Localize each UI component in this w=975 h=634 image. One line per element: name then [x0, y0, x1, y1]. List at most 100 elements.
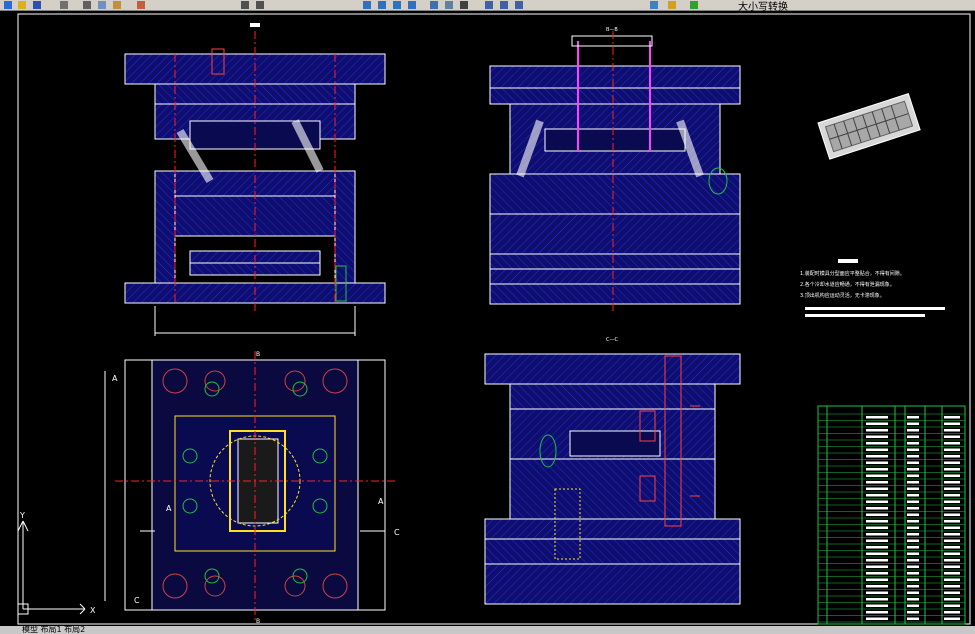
bom-cell [944, 435, 960, 438]
bom-cell [866, 422, 888, 425]
open-icon[interactable] [18, 1, 26, 9]
bom-cell [944, 539, 960, 542]
section-label-cc: C—C [606, 337, 618, 343]
bom-cell [866, 546, 888, 549]
bom-cell [944, 455, 960, 458]
bom-cell [866, 481, 888, 484]
bom-cell [866, 513, 888, 516]
toolbar-icons[interactable] [4, 1, 698, 9]
paste-icon[interactable] [113, 1, 121, 9]
cc-section-view: C—C [484, 337, 741, 605]
bom-cell [866, 487, 888, 490]
drawing-canvas[interactable]: B—B A A A C C B B C—C 1.装配时模具分型面应平整贴合，不得… [0, 11, 975, 626]
ucs-icon: Y X [17, 511, 96, 615]
label-a-left: A [166, 504, 172, 513]
bom-cell [866, 429, 888, 432]
bom-cell [866, 559, 888, 562]
bom-cell [907, 507, 919, 510]
undo-icon[interactable] [241, 1, 249, 9]
pan-icon[interactable] [363, 1, 371, 9]
bom-cell [907, 442, 919, 445]
bom-cell [866, 500, 888, 503]
bom-cell [944, 572, 960, 575]
bom-cell [907, 539, 919, 542]
label-a-right: A [378, 497, 384, 506]
bom-cell [907, 617, 919, 620]
print-icon[interactable] [60, 1, 68, 9]
bom-cell [907, 455, 919, 458]
bom-cell [944, 617, 960, 620]
bom-cell [944, 526, 960, 529]
bom-cell [907, 572, 919, 575]
properties-icon[interactable] [430, 1, 438, 9]
label-b-top: B [256, 351, 260, 358]
bom-cell [866, 455, 888, 458]
bom-cell [944, 559, 960, 562]
bom-cell [944, 461, 960, 464]
bom-cell [907, 611, 919, 614]
bom-cell [944, 611, 960, 614]
redo-icon[interactable] [256, 1, 264, 9]
copy-icon[interactable] [98, 1, 106, 9]
match-icon[interactable] [137, 1, 145, 9]
layer-icon[interactable] [650, 1, 658, 9]
bom-cell [907, 468, 919, 471]
bom-cell [907, 429, 919, 432]
dimension-style-icon[interactable] [485, 1, 493, 9]
bom-cell [944, 442, 960, 445]
bom-cell [907, 422, 919, 425]
arrow-icon[interactable] [4, 1, 12, 9]
bom-cell [944, 513, 960, 516]
bom-cell [944, 552, 960, 555]
note-3: 3.顶出机构应运动灵活，无卡滞现象。 [800, 292, 885, 299]
bom-cell [907, 585, 919, 588]
text-style-icon[interactable] [460, 1, 468, 9]
bom-cell [866, 598, 888, 601]
cut-icon[interactable] [83, 1, 91, 9]
bom-cell [866, 604, 888, 607]
bom-cell [866, 611, 888, 614]
bom-cell [866, 474, 888, 477]
bom-cell [866, 494, 888, 497]
bom-cell [866, 591, 888, 594]
note-2: 2.各个冷却水道应畅通，不得有泄漏现象。 [800, 281, 895, 288]
bom-cell [907, 578, 919, 581]
bom-cell [907, 526, 919, 529]
bom-cell [944, 481, 960, 484]
bom-cell [944, 448, 960, 451]
layout-tabs[interactable]: 模型 布局1 布局2 [0, 626, 975, 634]
color-icon[interactable] [690, 1, 698, 9]
bom-cell [944, 474, 960, 477]
zoom-previous-icon[interactable] [408, 1, 416, 9]
bom-cell [866, 468, 888, 471]
bom-cell [907, 604, 919, 607]
bom-cell [866, 565, 888, 568]
zoom-window-icon[interactable] [393, 1, 401, 9]
ucs-y-label: Y [19, 511, 25, 520]
design-center-icon[interactable] [445, 1, 453, 9]
bom-cell [907, 552, 919, 555]
bom-cell [907, 520, 919, 523]
bom-cell [907, 598, 919, 601]
bom-cell [907, 481, 919, 484]
bom-cell [866, 448, 888, 451]
bom-cell [944, 507, 960, 510]
bom-cell [907, 565, 919, 568]
layer-state-icon[interactable] [668, 1, 676, 9]
zoom-icon[interactable] [378, 1, 386, 9]
bom-cell [866, 435, 888, 438]
top-plan-view: A A A C C B B [104, 351, 400, 625]
bom-title-block [817, 405, 966, 625]
bom-cell [944, 416, 960, 419]
bom-cell [944, 585, 960, 588]
bom-cell [944, 565, 960, 568]
tool-palette-icon[interactable] [515, 1, 523, 9]
bom-cell [907, 416, 919, 419]
bom-cell [866, 442, 888, 445]
table-style-icon[interactable] [500, 1, 508, 9]
bom-cell [907, 494, 919, 497]
note-1: 1.装配时模具分型面应平整贴合，不得有间隙。 [800, 270, 905, 277]
save-icon[interactable] [33, 1, 41, 9]
layout-tab-labels[interactable]: 模型 布局1 布局2 [22, 626, 85, 634]
bom-cell [944, 546, 960, 549]
